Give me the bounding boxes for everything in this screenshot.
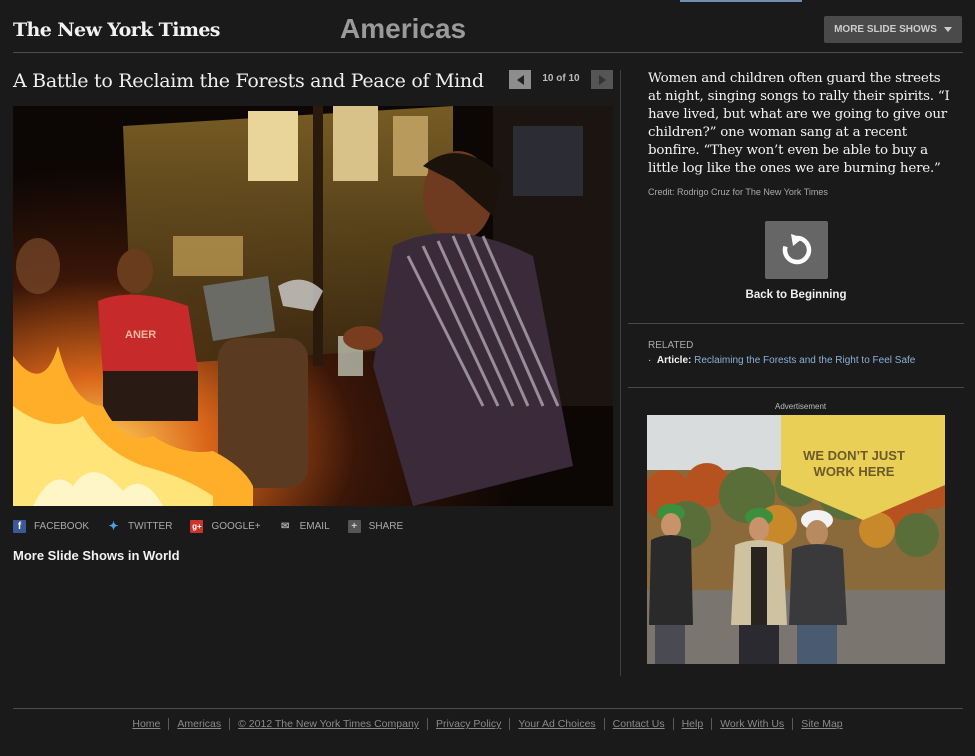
facebook-label: FACEBOOK: [34, 520, 90, 532]
footer-link-contact[interactable]: Contact Us: [603, 718, 673, 730]
more-slideshows-button[interactable]: MORE SLIDE SHOWS: [824, 16, 962, 43]
footer-link-copyright[interactable]: © 2012 The New York Times Company: [229, 718, 427, 730]
related-article-link[interactable]: Reclaiming the Forests and the Right to …: [694, 355, 915, 366]
twitter-icon: ✦: [108, 519, 119, 533]
email-icon: ✉: [280, 520, 290, 532]
previous-slide-button[interactable]: [509, 70, 531, 89]
related-article: · Article: Reclaiming the Forests and th…: [648, 355, 915, 366]
nyt-logo[interactable]: The New York Times: [13, 19, 221, 41]
footer-link-work-with-us[interactable]: Work With Us: [711, 718, 792, 730]
footer-link-home[interactable]: Home: [124, 718, 168, 730]
facebook-icon: f: [13, 519, 26, 533]
email-share-button[interactable]: ✉ EMAIL: [279, 520, 330, 533]
advertisement[interactable]: WE DON’T JUST WORK HERE: [647, 415, 945, 664]
header-divider: [13, 52, 963, 53]
right-divider-1: [628, 323, 964, 324]
footer-divider: [13, 708, 963, 709]
advertisement-label: Advertisement: [775, 402, 827, 411]
arrow-right-icon: [598, 74, 606, 85]
more-share-button[interactable]: + SHARE: [347, 519, 404, 533]
slide-caption: Women and children often guard the stree…: [648, 71, 950, 176]
ad-headline-line2: WORK HERE: [814, 464, 895, 479]
plus-icon: +: [347, 519, 361, 533]
slide-counter: 10 of 10: [542, 73, 580, 84]
back-to-beginning-button[interactable]: [765, 221, 828, 279]
footer-link-americas[interactable]: Americas: [168, 718, 229, 730]
facebook-share-button[interactable]: f FACEBOOK: [13, 519, 90, 533]
googleplus-share-button[interactable]: g+ GOOGLE+: [190, 519, 261, 533]
googleplus-icon: g+: [190, 519, 204, 533]
more-slideshows-world-heading[interactable]: More Slide Shows in World: [13, 548, 180, 563]
email-label: EMAIL: [299, 520, 330, 532]
googleplus-label: GOOGLE+: [211, 520, 261, 532]
column-divider: [620, 70, 621, 676]
twitter-label: TWITTER: [128, 520, 173, 532]
footer-link-site-map[interactable]: Site Map: [792, 718, 850, 730]
footer-link-help[interactable]: Help: [672, 718, 712, 730]
shirt-print-text: ANER: [125, 329, 156, 341]
twitter-share-button[interactable]: ✦ TWITTER: [107, 519, 173, 533]
restart-icon: [782, 234, 811, 265]
next-slide-button[interactable]: [591, 70, 613, 89]
related-heading: RELATED: [648, 340, 694, 351]
related-prefix: Article:: [656, 355, 692, 366]
footer-link-ad-choices[interactable]: Your Ad Choices: [509, 718, 603, 730]
top-bar: The New York Times Americas MORE SLIDE S…: [0, 0, 975, 52]
top-accent-line: [680, 0, 802, 2]
more-slideshows-label: MORE SLIDE SHOWS: [834, 24, 937, 35]
arrow-left-icon: [516, 74, 524, 85]
bullet-icon: ·: [648, 355, 655, 366]
ad-illustration: WE DON’T JUST WORK HERE: [647, 415, 945, 664]
slide-photo: ANER: [13, 106, 613, 506]
chevron-down-icon: [943, 27, 952, 32]
section-title[interactable]: Americas: [340, 13, 466, 45]
footer-nav: Home Americas © 2012 The New York Times …: [0, 718, 975, 730]
share-bar: f FACEBOOK ✦ TWITTER g+ GOOGLE+ ✉ EMAIL …: [13, 518, 421, 534]
back-to-beginning-label[interactable]: Back to Beginning: [728, 289, 864, 301]
right-divider-2: [628, 387, 964, 388]
bonfire-photo-illustration: ANER: [13, 106, 613, 506]
footer-link-privacy[interactable]: Privacy Policy: [427, 718, 509, 730]
slideshow-headline: A Battle to Reclaim the Forests and Peac…: [13, 70, 484, 92]
share-label: SHARE: [368, 520, 404, 532]
photo-credit: Credit: Rodrigo Cruz for The New York Ti…: [648, 187, 828, 197]
ad-headline-line1: WE DON’T JUST: [803, 448, 905, 463]
